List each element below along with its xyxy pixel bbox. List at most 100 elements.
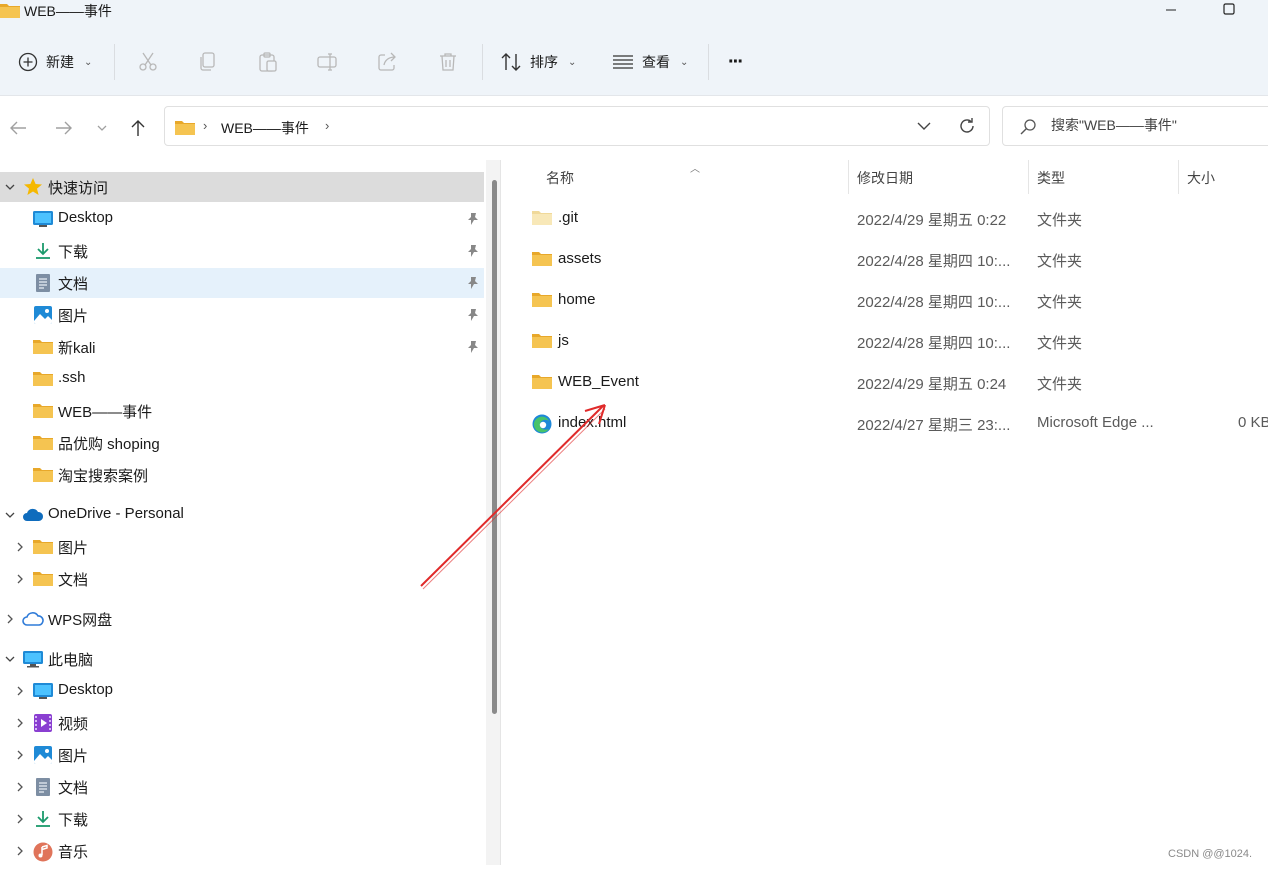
column-header-name[interactable]: 名称 xyxy=(546,168,574,188)
sidebar-item-label: 淘宝搜索案例 xyxy=(58,468,149,485)
breadcrumb-separator[interactable]: › xyxy=(203,118,207,133)
file-row[interactable]: .git 2022/4/29 星期五 0:22 文件夹 xyxy=(508,199,1268,239)
folder-icon xyxy=(175,119,195,135)
chevron-right-icon[interactable] xyxy=(14,541,26,553)
search-box[interactable] xyxy=(1002,106,1268,146)
sidebar-item-ssh[interactable]: .ssh xyxy=(0,364,484,394)
paste-icon[interactable] xyxy=(256,50,280,74)
chevron-down-icon[interactable] xyxy=(4,181,16,193)
sidebar-item-wps[interactable]: WPS网盘 xyxy=(0,604,484,634)
sidebar-scrollbar[interactable] xyxy=(492,180,497,714)
sidebar-item-shoping[interactable]: 品优购 shoping xyxy=(0,428,484,458)
breadcrumb-segment[interactable]: WEB——事件 xyxy=(221,118,309,138)
chevron-right-icon[interactable] xyxy=(14,749,26,761)
desktop-icon xyxy=(33,682,53,700)
column-header-type[interactable]: 类型 xyxy=(1037,168,1065,188)
pin-icon[interactable] xyxy=(466,212,480,226)
column-header-size[interactable]: 大小 xyxy=(1187,168,1215,188)
arrow-right-icon xyxy=(55,120,73,136)
sidebar-item-onedrive[interactable]: OneDrive - Personal xyxy=(0,500,484,530)
pin-icon[interactable] xyxy=(466,276,480,290)
folder-icon xyxy=(33,466,53,484)
share-icon[interactable] xyxy=(376,50,400,74)
folder-icon xyxy=(532,209,552,229)
chevron-right-icon[interactable] xyxy=(14,573,26,585)
view-button[interactable]: 查看 ⌄ xyxy=(612,46,688,78)
pin-icon[interactable] xyxy=(466,308,480,322)
delete-icon[interactable] xyxy=(436,50,460,74)
sidebar-item-downloads[interactable]: 下载 xyxy=(0,236,484,266)
sidebar-item-desktop[interactable]: Desktop xyxy=(0,204,484,234)
folder-icon xyxy=(532,291,552,311)
maximize-button[interactable] xyxy=(1206,0,1252,22)
sidebar-item-documents[interactable]: 文档 xyxy=(0,268,484,298)
pin-icon[interactable] xyxy=(466,340,480,354)
sidebar-item-kali[interactable]: 新kali xyxy=(0,332,484,362)
pane-border xyxy=(500,160,508,865)
sidebar-item-web-events[interactable]: WEB——事件 xyxy=(0,396,484,426)
sidebar-item-pc-music[interactable]: 音乐 xyxy=(0,836,484,866)
folder-icon xyxy=(33,402,53,420)
file-row[interactable]: js 2022/4/28 星期四 10:... 文件夹 xyxy=(508,322,1268,362)
sort-button[interactable]: 排序 ⌄ xyxy=(500,46,576,78)
up-button[interactable] xyxy=(124,114,152,142)
chevron-right-icon[interactable] xyxy=(14,845,26,857)
sidebar-item-pc-desktop[interactable]: Desktop xyxy=(0,676,484,706)
column-divider[interactable] xyxy=(848,160,849,194)
sidebar-item-pc-videos[interactable]: 视频 xyxy=(0,708,484,738)
sidebar-item-pc-pictures[interactable]: 图片 xyxy=(0,740,484,770)
copy-icon[interactable] xyxy=(196,50,220,74)
recent-locations-button[interactable] xyxy=(88,114,116,142)
chevron-down-icon: ⌄ xyxy=(680,56,689,68)
search-input[interactable] xyxy=(1051,117,1261,133)
column-header-date[interactable]: 修改日期 xyxy=(857,168,913,188)
music-icon xyxy=(33,842,53,862)
download-icon xyxy=(33,242,53,260)
picture-icon xyxy=(33,306,53,324)
back-button[interactable] xyxy=(4,114,32,142)
divider xyxy=(114,44,115,80)
column-divider[interactable] xyxy=(1028,160,1029,194)
folder-icon xyxy=(33,370,53,388)
sidebar-item-onedrive-pictures[interactable]: 图片 xyxy=(0,532,484,562)
sidebar-item-onedrive-documents[interactable]: 文档 xyxy=(0,564,484,594)
search-icon xyxy=(1019,118,1037,136)
column-divider[interactable] xyxy=(1178,160,1179,194)
address-history-button[interactable] xyxy=(915,117,933,135)
forward-button[interactable] xyxy=(50,114,78,142)
sidebar-item-quick-access[interactable]: 快速访问 xyxy=(0,172,484,202)
file-row[interactable]: home 2022/4/28 星期四 10:... 文件夹 xyxy=(508,281,1268,321)
sidebar-item-taobao[interactable]: 淘宝搜索案例 xyxy=(0,460,484,490)
chevron-down-icon[interactable] xyxy=(4,509,16,521)
breadcrumb-separator[interactable]: › xyxy=(325,118,329,133)
sidebar-item-this-pc[interactable]: 此电脑 xyxy=(0,644,484,674)
sort-label: 排序 xyxy=(530,54,558,70)
sidebar-item-pc-documents[interactable]: 文档 xyxy=(0,772,484,802)
pin-icon[interactable] xyxy=(466,244,480,258)
divider xyxy=(482,44,483,80)
refresh-icon[interactable] xyxy=(957,116,977,136)
folder-icon xyxy=(33,570,53,588)
arrow-left-icon xyxy=(9,120,27,136)
file-type: 文件夹 xyxy=(1037,253,1083,270)
cut-icon[interactable] xyxy=(136,50,160,74)
chevron-right-icon[interactable] xyxy=(14,781,26,793)
chevron-right-icon[interactable] xyxy=(14,813,26,825)
address-bar[interactable]: › WEB——事件 › xyxy=(164,106,990,146)
rename-icon[interactable] xyxy=(316,50,340,74)
chevron-right-icon[interactable] xyxy=(4,613,16,625)
more-options-button[interactable]: ··· xyxy=(728,46,744,78)
sidebar-item-label: .ssh xyxy=(58,369,86,386)
folder-icon xyxy=(33,434,53,452)
file-row[interactable]: WEB_Event 2022/4/29 星期五 0:24 文件夹 xyxy=(508,363,1268,403)
file-date: 2022/4/27 星期三 23:... xyxy=(857,417,1011,434)
chevron-right-icon[interactable] xyxy=(14,717,26,729)
chevron-down-icon[interactable] xyxy=(4,653,16,665)
sidebar-item-pc-downloads[interactable]: 下载 xyxy=(0,804,484,834)
chevron-right-icon[interactable] xyxy=(14,685,26,697)
minimize-button[interactable] xyxy=(1148,0,1194,22)
file-row[interactable]: index.html 2022/4/27 星期三 23:... Microsof… xyxy=(508,404,1268,444)
file-row[interactable]: assets 2022/4/28 星期四 10:... 文件夹 xyxy=(508,240,1268,280)
new-button[interactable]: 新建 ⌄ xyxy=(18,46,92,78)
sidebar-item-pictures[interactable]: 图片 xyxy=(0,300,484,330)
